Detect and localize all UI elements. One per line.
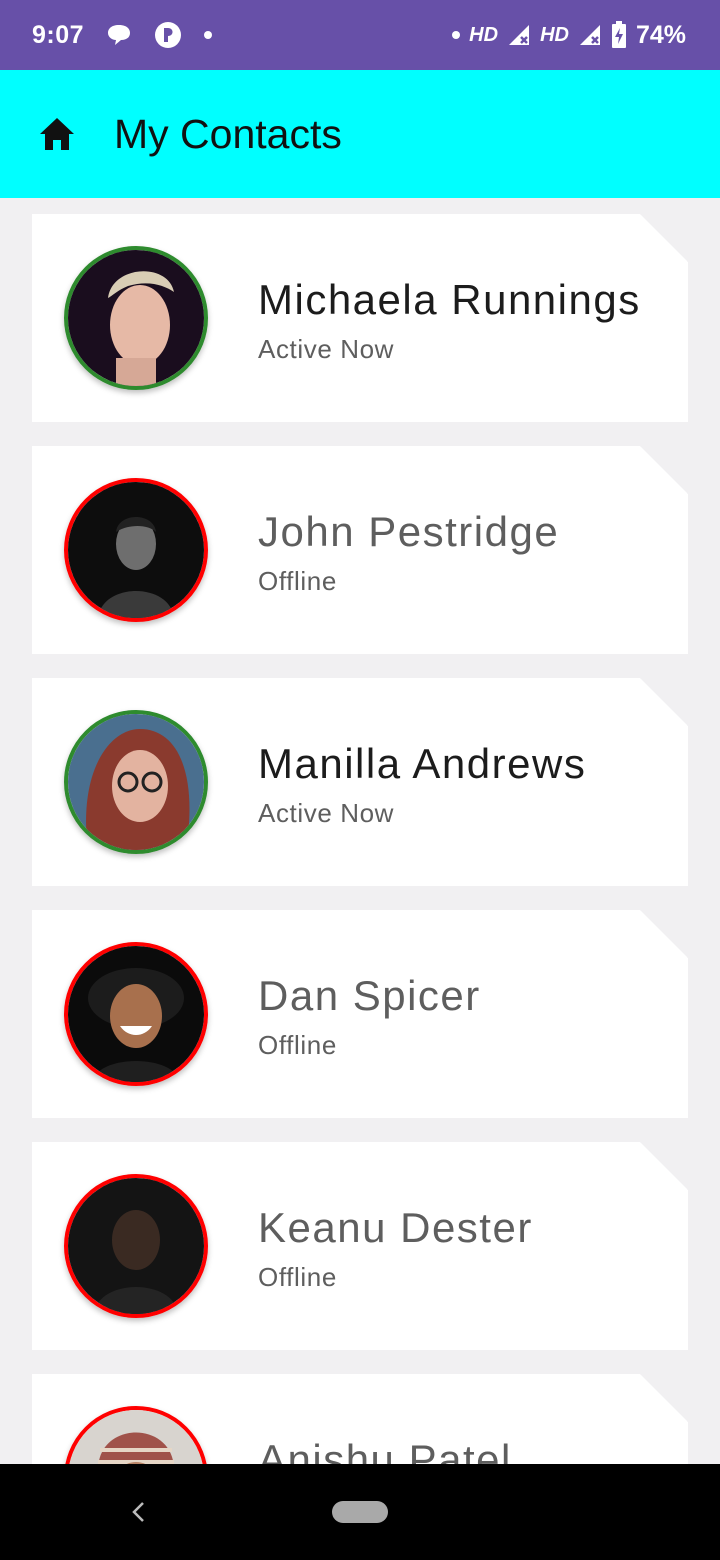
contact-status: Offline	[258, 1262, 337, 1292]
contact-name: Manilla Andrews	[258, 740, 587, 787]
contact-card[interactable]: Manilla Andrews Active Now	[32, 678, 688, 886]
contact-name: Anishu Patel	[258, 1436, 512, 1464]
status-time: 9:07	[32, 20, 85, 49]
contact-name: Dan Spicer	[258, 972, 481, 1019]
avatar	[64, 1174, 208, 1318]
avatar	[64, 478, 208, 622]
status-bar: 9:07 HD HD 74%	[0, 0, 720, 70]
contact-card[interactable]: Dan Spicer Offline	[32, 910, 688, 1118]
contact-name: Keanu Dester	[258, 1204, 533, 1251]
avatar	[64, 246, 208, 390]
signal-icon-2	[578, 23, 602, 47]
home-icon[interactable]	[38, 116, 76, 152]
navigation-bar	[0, 1464, 720, 1560]
contact-name: John Pestridge	[258, 508, 560, 555]
contact-status: Active Now	[258, 334, 395, 364]
network-type-2: HD	[540, 23, 569, 46]
app-bar: My Contacts	[0, 70, 720, 198]
notification-dot	[204, 31, 213, 39]
avatar	[64, 710, 208, 854]
contact-card[interactable]: Keanu Dester Offline	[32, 1142, 688, 1350]
contact-status: Active Now	[258, 798, 395, 828]
contact-status: Offline	[258, 1030, 337, 1060]
contact-card[interactable]: Michaela Runnings Active Now	[32, 214, 688, 422]
avatar	[64, 1406, 208, 1464]
page-title: My Contacts	[114, 110, 342, 157]
status-dot	[452, 31, 461, 39]
contact-list[interactable]: Michaela Runnings Active Now John Pestri…	[0, 198, 720, 1464]
chat-notification-icon	[106, 23, 132, 47]
avatar	[64, 942, 208, 1086]
contact-status: Offline	[258, 566, 337, 596]
network-type-1: HD	[469, 23, 499, 46]
back-icon[interactable]	[128, 1500, 150, 1524]
app-notification-icon	[154, 21, 182, 49]
contact-card[interactable]: John Pestridge Offline	[32, 446, 688, 654]
battery-percent: 74%	[635, 20, 686, 49]
contact-name: Michaela Runnings	[258, 276, 641, 323]
signal-icon-1	[507, 23, 531, 47]
battery-charging-icon	[611, 21, 627, 49]
contact-card[interactable]: Anishu Patel	[32, 1374, 688, 1464]
home-pill[interactable]	[332, 1501, 388, 1523]
